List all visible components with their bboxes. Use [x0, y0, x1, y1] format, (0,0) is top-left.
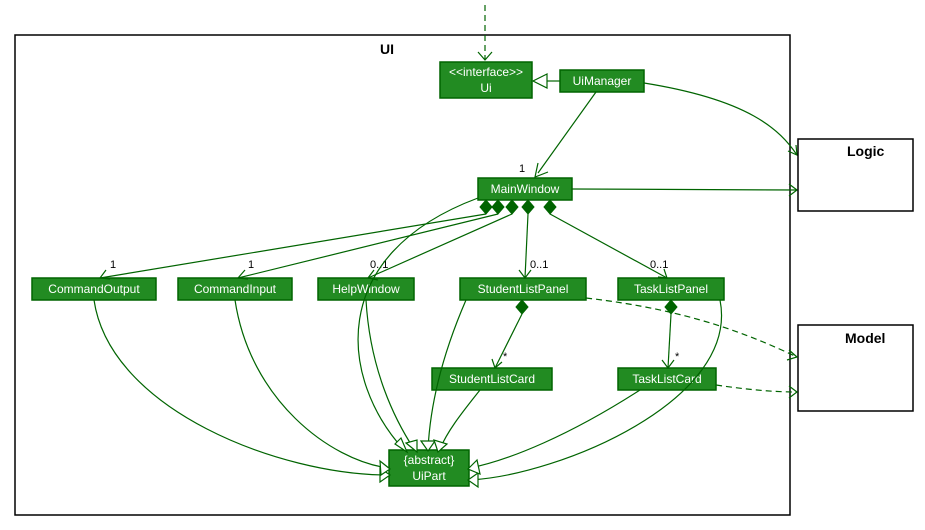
- class-studentlistpanel-name: StudentListPanel: [478, 282, 569, 296]
- edge-mw-slp: [525, 214, 528, 278]
- class-commandoutput-name: CommandOutput: [48, 282, 140, 296]
- class-tasklistcard-name: TaskListCard: [632, 372, 701, 386]
- diamond-mw-slp: [522, 200, 534, 214]
- edge-uimanager-to-logic: [644, 83, 797, 155]
- class-ui-name: Ui: [480, 81, 491, 95]
- class-uipart-name: UiPart: [412, 469, 446, 483]
- mult-tlpanel: 0..1: [650, 259, 668, 271]
- edge-tlc-model: [716, 385, 797, 392]
- mult-mainwindow: 1: [519, 163, 525, 175]
- class-mainwindow-name: MainWindow: [491, 182, 560, 196]
- class-commandinput-name: CommandInput: [194, 282, 277, 296]
- package-ui-label: UI: [380, 41, 394, 57]
- class-studentlistcard-name: StudentListCard: [449, 372, 535, 386]
- edge-mw-cmdin: [238, 214, 498, 278]
- mult-slpanel: 0..1: [530, 259, 548, 271]
- arrowhead-uimanager-realize-ui: [533, 74, 547, 88]
- class-tasklistpanel-name: TaskListPanel: [634, 282, 708, 296]
- edge-mw-cmdout: [100, 214, 486, 278]
- edge-tlc-uipart: [470, 390, 640, 468]
- mult-slc: *: [503, 351, 508, 363]
- mult-tlc: *: [675, 351, 680, 363]
- class-uimanager-name: UiManager: [573, 74, 632, 88]
- diamond-slp-slc: [516, 300, 528, 314]
- diamond-mw-cmdout: [480, 200, 492, 214]
- class-ui-stereotype: <<interface>>: [449, 65, 523, 79]
- class-uipart-stereotype: {abstract}: [404, 453, 455, 467]
- edge-tlp-tlc: [668, 314, 671, 368]
- edge-mainwindow-to-logic: [572, 189, 797, 190]
- mult-cmdout: 1: [110, 259, 116, 271]
- diamond-mw-tlp: [544, 200, 556, 214]
- mult-cmdin: 1: [248, 259, 254, 271]
- edge-slp-model: [586, 298, 797, 357]
- diamond-mw-cmdin: [492, 200, 504, 214]
- edge-mw-help: [368, 214, 512, 278]
- external-logic-label: Logic: [847, 143, 885, 159]
- edge-uimanager-to-mainwindow: [538, 92, 596, 173]
- external-model-label: Model: [845, 330, 885, 346]
- edge-slp-slc: [495, 314, 522, 368]
- arrowhead-tlc-uipart: [468, 460, 480, 474]
- edge-mw-uipart: [358, 198, 478, 450]
- edge-help-uipart: [366, 300, 414, 449]
- edge-slc-uipart: [440, 390, 480, 449]
- diamond-mw-help: [506, 200, 518, 214]
- uml-diagram: UI <<interface>> Ui UiManager 1 MainWind…: [0, 0, 925, 530]
- arrowhead-uimanager-to-mainwindow: [535, 163, 548, 177]
